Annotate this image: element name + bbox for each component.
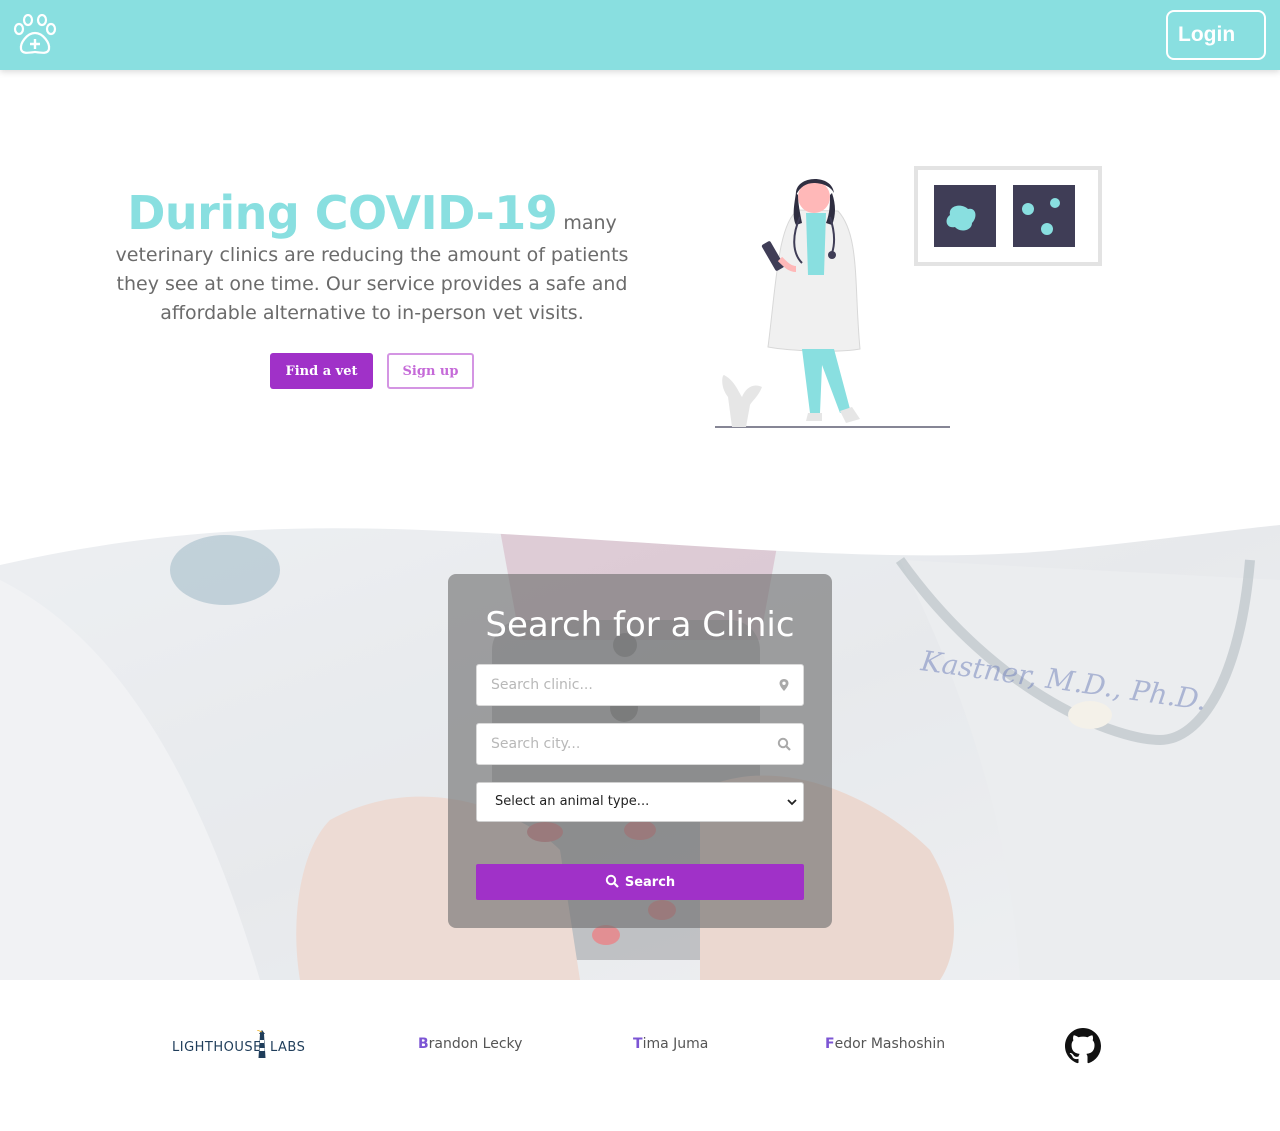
hero-text: During COVID-19 many veterinary clinics … bbox=[92, 185, 652, 328]
map-marker-icon bbox=[779, 679, 789, 691]
logo-text-right: LABS bbox=[270, 1040, 306, 1055]
github-icon[interactable] bbox=[1065, 1028, 1101, 1064]
author-initial: T bbox=[633, 1036, 643, 1052]
lighthouse-labs-logo[interactable]: LIGHTHOUSE LABS bbox=[172, 1028, 306, 1060]
sign-up-button[interactable]: Sign up bbox=[387, 353, 474, 389]
animal-type-selected-value: Select an animal type... bbox=[495, 794, 650, 809]
clinic-search-input[interactable] bbox=[477, 665, 767, 705]
author-initial: B bbox=[418, 1036, 429, 1052]
doctor-illustration bbox=[715, 166, 1102, 428]
author-tima: Tima Juma bbox=[633, 1036, 708, 1052]
lighthouse-icon bbox=[257, 1030, 266, 1058]
author-name-rest: randon Lecky bbox=[428, 1036, 523, 1052]
search-icon bbox=[605, 874, 619, 888]
author-fedor: Fedor Mashoshin bbox=[825, 1036, 945, 1052]
search-card: Search for a Clinic Select an animal typ… bbox=[448, 574, 832, 928]
animal-type-select[interactable]: Select an animal type... bbox=[476, 782, 804, 822]
city-search-field[interactable] bbox=[476, 723, 804, 765]
search-title: Search for a Clinic bbox=[485, 605, 795, 645]
footer: LIGHTHOUSE LABS Brandon Lecky Tima Juma … bbox=[0, 980, 1280, 1131]
hero-title: During COVID-19 bbox=[127, 186, 558, 240]
city-search-input[interactable] bbox=[477, 724, 767, 764]
navbar: Login bbox=[0, 0, 1280, 70]
hero-buttons: Find a vet Sign up bbox=[270, 353, 490, 389]
author-name-rest: ima Juma bbox=[642, 1036, 709, 1052]
paw-medical-cross-icon[interactable] bbox=[13, 14, 57, 56]
login-button[interactable]: Login bbox=[1166, 10, 1266, 60]
search-button[interactable]: Search bbox=[476, 864, 804, 900]
logo-text-left: LIGHTHOUSE bbox=[172, 1040, 262, 1055]
author-initial: F bbox=[825, 1036, 835, 1052]
chevron-down-icon bbox=[787, 799, 797, 806]
author-name-rest: edor Mashoshin bbox=[834, 1036, 946, 1052]
search-icon bbox=[777, 737, 791, 751]
search-button-label: Search bbox=[624, 875, 676, 890]
author-brandon: Brandon Lecky bbox=[418, 1036, 522, 1052]
clinic-search-field[interactable] bbox=[476, 664, 804, 706]
find-vet-button[interactable]: Find a vet bbox=[270, 353, 373, 389]
